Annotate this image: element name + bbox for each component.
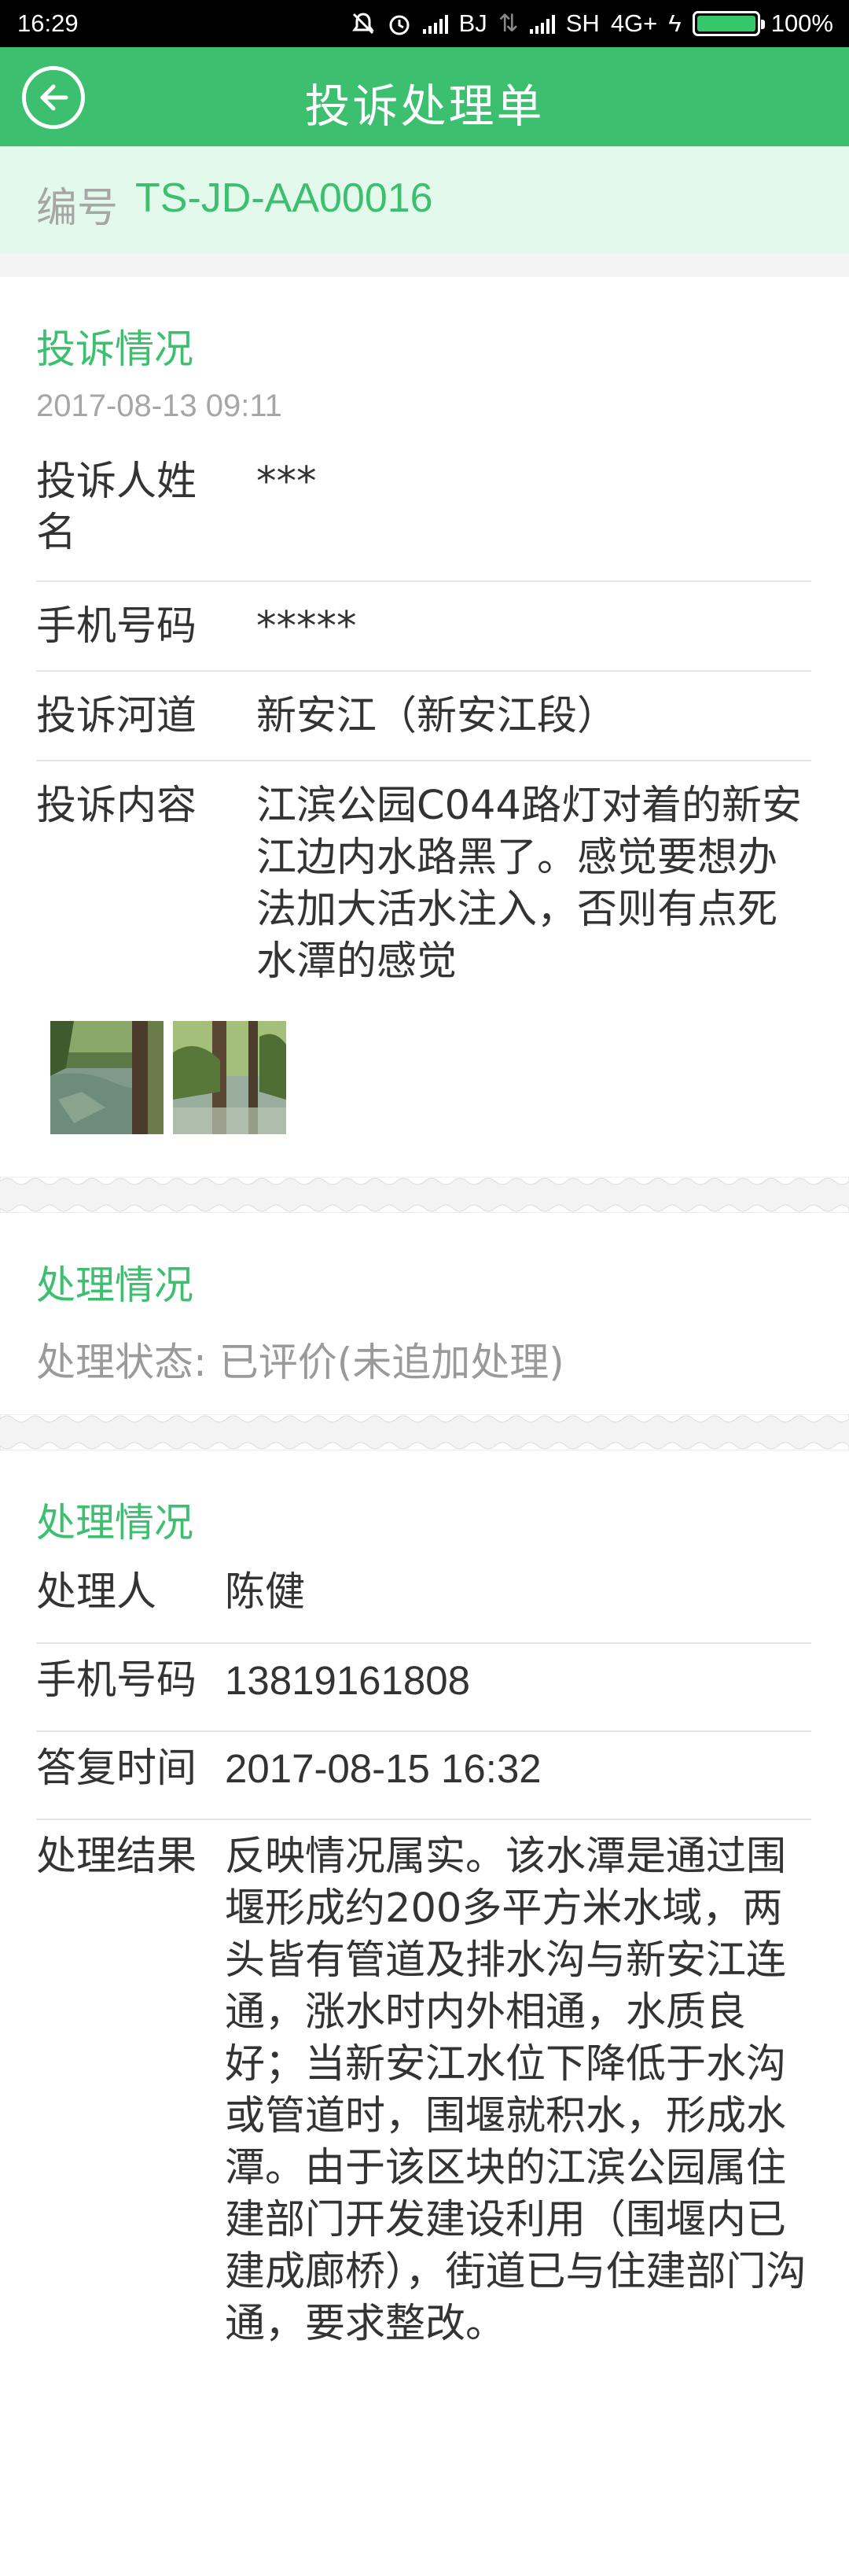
divider [36,1730,811,1732]
wave-edge [0,1204,849,1213]
mute-icon [351,13,374,35]
complaint-number-bar: 编号 TS-JD-AA00016 [0,146,849,253]
handling-status-text: 处理状态: 已评价(未追加处理) [36,1340,564,1385]
network-type: 4G+ [610,9,658,37]
app-bar: 投诉处理单 [0,47,849,146]
photo-thumbnail[interactable] [173,1021,286,1134]
row-label: 投诉内容 [36,783,197,829]
handling-status-title: 处理情况 [36,1262,193,1308]
row-value: 新安江（新安江段） [256,693,618,739]
row-value: *** [256,459,317,505]
photo-gallery [50,1021,302,1134]
handling-status-section: 处理情况 处理状态: 已评价(未追加处理) [0,1213,849,1414]
row-label: 投诉人姓名 [36,459,197,556]
signal-icon [422,13,448,34]
river-photo-image [50,1021,164,1134]
wave-edge [0,1442,849,1450]
photo-thumbnail[interactable] [50,1021,164,1134]
number-value: TS-JD-AA00016 [135,175,433,221]
row-handler-phone: 手机号码 13819161808 [36,1655,811,1707]
row-value: 陈健 [225,1569,306,1616]
handling-detail-section: 处理情况 处理人 陈健 手机号码 13819161808 答复时间 2017-0… [0,1450,849,2576]
row-complainant-name: 投诉人姓名 *** [36,456,811,558]
section-gap [0,253,849,277]
charging-icon: ϟ [668,9,682,37]
row-label: 手机号码 [36,603,197,650]
divider [36,580,811,582]
alarm-icon [389,15,410,35]
divider [36,670,811,672]
wave-edge [0,1177,849,1185]
row-complaint-content: 投诉内容 江滨公园C044路灯对着的新安江边内水路黑了。感觉要想办法加大活水注入… [36,780,811,993]
divider [36,760,811,761]
row-complainant-phone: 手机号码 ***** [36,601,811,653]
row-label: 处理人 [36,1569,157,1616]
complaint-section: 投诉情况 2017-08-13 09:11 投诉人姓名 *** 手机号码 ***… [0,277,849,1177]
wavy-separator [0,1414,849,1450]
river-photo-image [173,1021,286,1134]
wave-edge [0,1414,849,1423]
number-label: 编号 [36,185,119,232]
row-label: 答复时间 [36,1745,197,1792]
data-arrows-icon: ⇅ [498,9,519,37]
row-handling-result: 处理结果 反映情况属实。该水潭是通过围堰形成约200多平方米水域，两头皆有管道及… [36,1831,811,2347]
row-value: 13819161808 [225,1658,471,1703]
row-complaint-river: 投诉河道 新安江（新安江段） [36,691,811,743]
row-value: 2017-08-15 16:32 [225,1746,542,1791]
row-label: 投诉河道 [36,693,197,739]
battery-percent: 100% [770,9,833,37]
status-time: 16:29 [17,9,79,37]
carrier-1: BJ [458,9,487,37]
divider [36,1642,811,1644]
row-value: 江滨公园C044路灯对着的新安江边内水路黑了。感觉要想办法加大活水注入，否则有点… [256,783,802,985]
battery-icon [692,11,765,36]
complaint-section-title: 投诉情况 [36,326,193,372]
row-value: 反映情况属实。该水潭是通过围堰形成约200多平方米水域，两头皆有管道及排水沟与新… [225,1833,807,2347]
row-value: ***** [256,603,357,650]
page-title: 投诉处理单 [304,79,545,133]
row-reply-time: 答复时间 2017-08-15 16:32 [36,1743,811,1795]
status-icons: BJ ⇅ SH 4G+ ϟ 100% [351,9,833,38]
row-handler: 处理人 陈健 [36,1567,811,1619]
complaint-datetime: 2017-08-13 09:11 [36,389,282,423]
row-label: 手机号码 [36,1657,197,1704]
carrier-2: SH [565,9,600,37]
handling-detail-title: 处理情况 [36,1500,193,1546]
wavy-separator [0,1177,849,1213]
signal-icon-2 [529,13,555,34]
divider [36,1819,811,1820]
status-bar: 16:29 BJ ⇅ SH 4G+ ϟ 100% [0,0,849,47]
row-label: 处理结果 [36,1833,197,1880]
